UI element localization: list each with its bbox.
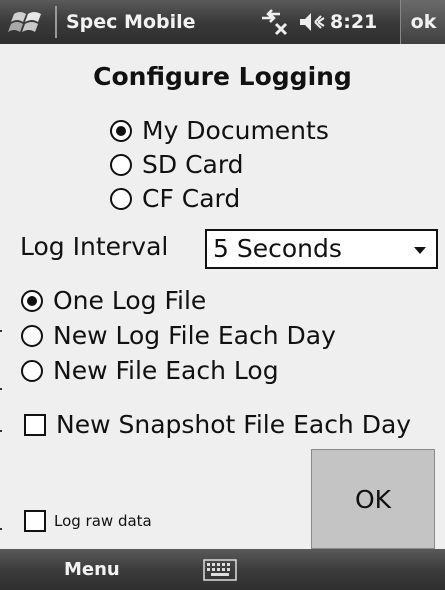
radio-my-documents[interactable]: My Documents <box>110 116 329 145</box>
checkbox-new-snapshot-file[interactable]: New Snapshot File Each Day <box>24 410 411 439</box>
radio-indicator[interactable] <box>110 119 132 142</box>
connectivity-icon[interactable] <box>258 8 292 36</box>
title-bar: Spec Mobile 8:21 ok <box>0 0 445 44</box>
dialog-heading: Configure Logging <box>93 62 352 91</box>
checkbox-indicator[interactable] <box>24 413 46 436</box>
radio-label: CF Card <box>142 184 241 213</box>
device-screen: Spec Mobile 8:21 ok Configure Logging My… <box>0 0 445 590</box>
radio-indicator[interactable] <box>21 324 43 347</box>
menu-bar: Menu <box>0 549 445 590</box>
windows-flag-icon[interactable] <box>8 6 48 38</box>
log-interval-value: 5 Seconds <box>213 234 342 263</box>
edge-artifact <box>0 388 2 390</box>
radio-label: One Log File <box>53 286 207 315</box>
radio-label: My Documents <box>142 116 329 145</box>
volume-icon[interactable] <box>298 10 328 34</box>
checkbox-label: New Snapshot File Each Day <box>56 410 412 439</box>
edge-artifact <box>0 330 2 332</box>
dropdown-arrow-icon[interactable] <box>414 247 426 254</box>
checkbox-indicator[interactable] <box>24 510 46 532</box>
menu-button[interactable]: Menu <box>64 549 120 590</box>
radio-label: New Log File Each Day <box>53 321 336 350</box>
edge-artifact <box>0 430 2 432</box>
radio-indicator[interactable] <box>110 153 132 176</box>
edge-artifact <box>0 528 2 530</box>
clock: 8:21 <box>330 11 378 33</box>
radio-cf-card[interactable]: CF Card <box>110 184 240 213</box>
keyboard-icon[interactable] <box>203 559 237 581</box>
radio-indicator[interactable] <box>21 359 43 382</box>
radio-sd-card[interactable]: SD Card <box>110 150 244 179</box>
radio-label: SD Card <box>142 150 244 179</box>
radio-new-log-file-each-day[interactable]: New Log File Each Day <box>21 321 336 350</box>
log-interval-dropdown[interactable]: 5 Seconds <box>205 229 438 269</box>
title-ok-button[interactable]: ok <box>400 0 445 44</box>
log-interval-label: Log Interval <box>20 232 169 261</box>
radio-new-file-each-log[interactable]: New File Each Log <box>21 356 279 385</box>
radio-label: New File Each Log <box>53 356 279 385</box>
title-separator <box>55 6 57 38</box>
checkbox-label: Log raw data <box>54 512 152 530</box>
radio-indicator[interactable] <box>21 289 43 312</box>
radio-one-log-file[interactable]: One Log File <box>21 286 206 315</box>
ok-button[interactable]: OK <box>311 449 435 549</box>
checkbox-log-raw-data[interactable]: Log raw data <box>24 510 152 532</box>
radio-indicator[interactable] <box>110 187 132 210</box>
app-title: Spec Mobile <box>66 11 196 33</box>
